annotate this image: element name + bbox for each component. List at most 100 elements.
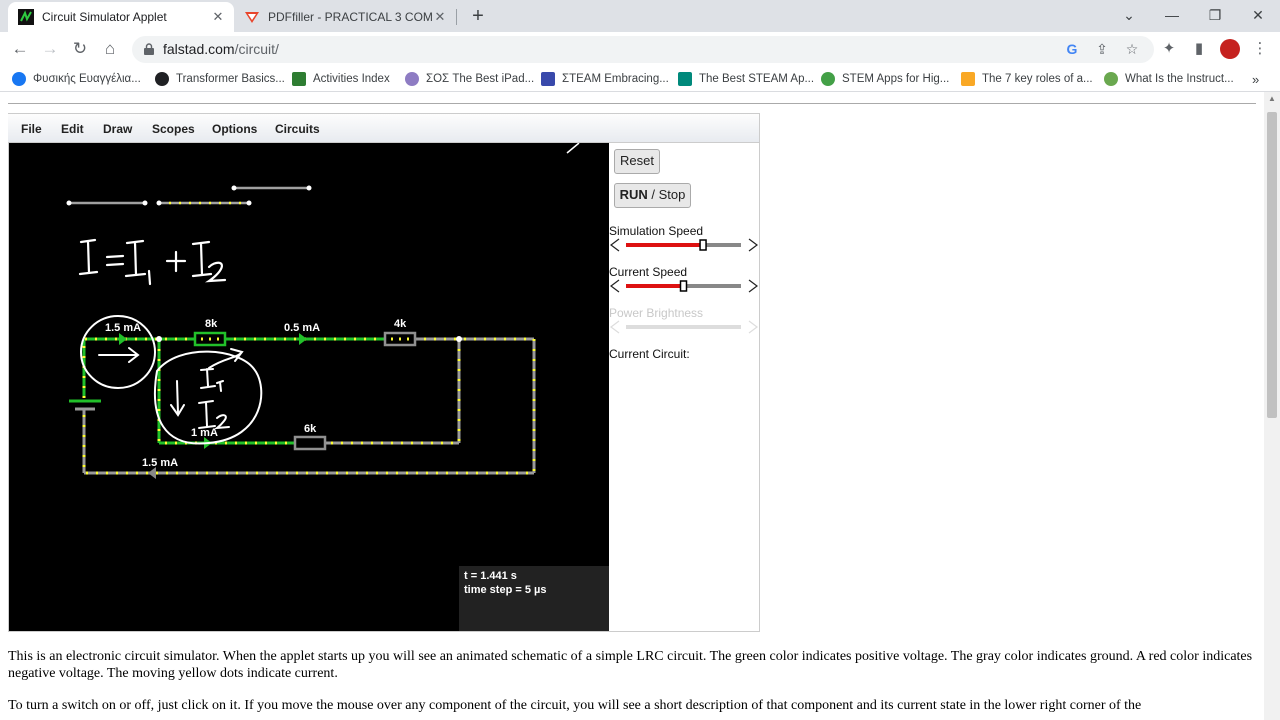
bookmark-label: Activities Index [313, 73, 390, 85]
bookmark-item[interactable]: ΣΟΣ The Best iPad... [405, 70, 534, 88]
slider-right-arrow-icon[interactable] [748, 279, 758, 293]
close-tab-icon[interactable]: ✕ [432, 9, 448, 25]
circuit-favicon-icon [18, 9, 34, 25]
current-speed-slider[interactable] [609, 278, 759, 294]
handwritten-annotations [80, 315, 263, 445]
side-panel-icon[interactable]: ▮ [1187, 37, 1211, 61]
bookmark-label: STEM Apps for Hig... [842, 73, 950, 85]
close-window-icon[interactable]: ✕ [1246, 4, 1270, 26]
handwritten-equation [78, 238, 227, 286]
bookmark-label: Transformer Basics... [176, 73, 285, 85]
extensions-puzzle-icon[interactable]: ✦ [1157, 37, 1181, 61]
back-arrow-icon[interactable]: ← [8, 37, 32, 61]
resistor-label: 4k [394, 318, 407, 330]
reset-button[interactable]: Reset [614, 149, 660, 174]
bookmarks-bar: Φυσικής Ευαγγέλια... Transformer Basics.… [0, 66, 1280, 92]
menu-circuits[interactable]: Circuits [275, 122, 320, 136]
menu-edit[interactable]: Edit [61, 122, 84, 136]
bookmark-star-icon[interactable]: ☆ [1122, 39, 1142, 59]
forward-arrow-icon[interactable]: → [38, 37, 62, 61]
menu-file[interactable]: File [21, 122, 42, 136]
bookmark-label: The Best STEAM Ap... [699, 73, 815, 85]
slider-right-arrow-icon[interactable] [748, 238, 758, 252]
tab-circuit-simulator[interactable]: Circuit Simulator Applet ✕ [8, 2, 234, 32]
tab-search-chevron-icon[interactable]: ⌄ [1117, 4, 1141, 26]
facebook-icon [12, 72, 26, 86]
minimize-icon[interactable]: — [1160, 4, 1184, 26]
close-tab-icon[interactable]: ✕ [210, 9, 226, 25]
current-arrow-icon [299, 333, 307, 345]
bookmark-item[interactable]: What Is the Instruct... [1104, 70, 1234, 88]
current-label: 1 mA [191, 427, 218, 439]
browser-toolbar: ← → ↻ ⌂ falstad.com/circuit/ G ⇪ ☆ ✦ ▮ ⋮ [0, 32, 1280, 66]
check-icon [821, 72, 835, 86]
slider-left-arrow-icon[interactable] [610, 238, 620, 252]
bookmark-item[interactable]: Φυσικής Ευαγγέλια... [12, 70, 141, 88]
bookmark-item[interactable]: The 7 key roles of a... [961, 70, 1093, 88]
loose-wires [66, 185, 312, 206]
bookmark-item[interactable]: The Best STEAM Ap... [678, 70, 814, 88]
current-arrow-icon [119, 333, 127, 345]
slider-thumb[interactable] [699, 239, 707, 251]
bookmark-item[interactable]: ΣΤΕΑΜ Embracing... [541, 70, 669, 88]
status-panel: t = 1.441 s time step = 5 µs [459, 566, 609, 631]
t-icon [678, 72, 692, 86]
applet-menubar: File Edit Draw Scopes Options Circuits [8, 114, 759, 143]
google-lens-icon[interactable]: G [1062, 39, 1082, 59]
sim-time: t = 1.441 s [464, 570, 517, 582]
more-bookmarks-icon[interactable]: » [1252, 70, 1259, 88]
instructions-paragraph: To turn a switch on or off, just click o… [8, 698, 1142, 713]
power-brightness-slider [610, 320, 758, 334]
bookmark-item[interactable]: Activities Index [292, 70, 390, 88]
current-label: 1.5 mA [105, 322, 142, 334]
resistor-8k [193, 331, 227, 347]
circuit-canvas[interactable]: 1.5 mA 8k 0.5 mA 4k 1 mA 6k 1.5 mA [9, 143, 609, 631]
bookmark-item[interactable]: STEM Apps for Hig... [821, 70, 949, 88]
lock-icon [144, 43, 154, 55]
bookmark-item[interactable]: Transformer Basics... [155, 70, 285, 88]
chrome-menu-icon[interactable]: ⋮ [1248, 37, 1272, 61]
url-text[interactable]: falstad.com/circuit/ [163, 41, 279, 57]
time-step: time step = 5 µs [464, 584, 547, 596]
pdffiller-favicon-icon [245, 12, 259, 23]
run-label: RUN [619, 187, 648, 202]
circuit-schematic [66, 143, 580, 479]
grid-icon [541, 72, 555, 86]
current-speed-label: Current Speed [609, 265, 688, 279]
bookmark-label: ΣΤΕΑΜ Embracing... [562, 73, 669, 85]
slider-left-arrow-icon[interactable] [610, 279, 620, 293]
url-host: falstad.com [163, 41, 235, 57]
run-stop-button[interactable]: RUN / Stop [614, 183, 691, 208]
scroll-up-arrow-icon[interactable]: ▲ [1264, 94, 1280, 108]
address-bar[interactable]: falstad.com/circuit/ G ⇪ ☆ [132, 36, 1154, 63]
flower-icon [405, 72, 419, 86]
reload-icon[interactable]: ↻ [68, 37, 92, 61]
resistor-4k [383, 331, 417, 347]
power-brightness-label: Power Brightness [609, 306, 704, 320]
menu-options[interactable]: Options [212, 122, 257, 136]
leaf-icon [1104, 72, 1118, 86]
simulation-speed-slider[interactable] [609, 237, 759, 253]
new-tab-plus-icon[interactable]: + [466, 5, 490, 29]
tab-pdffiller[interactable]: PDFfiller - PRACTICAL 3 COMBIN ✕ [234, 2, 456, 32]
tab-strip: Circuit Simulator Applet ✕ PDFfiller - P… [0, 0, 1280, 32]
profile-avatar[interactable] [1220, 39, 1240, 59]
bookmark-label: ΣΟΣ The Best iPad... [426, 73, 535, 85]
share-icon[interactable]: ⇪ [1092, 39, 1112, 59]
control-panel: Reset RUN / Stop Simulation Speed Curren… [609, 143, 759, 631]
home-icon[interactable]: ⌂ [98, 37, 122, 61]
tab-title: PDFfiller - PRACTICAL 3 COMBIN [268, 10, 432, 24]
menu-scopes[interactable]: Scopes [152, 122, 195, 136]
stop-label: / Stop [647, 187, 686, 202]
monitor-icon [292, 72, 306, 86]
horizontal-rule [8, 103, 1256, 104]
resistor-label: 6k [304, 423, 317, 435]
slider-left-arrow-icon [610, 320, 620, 334]
circuit-wires [82, 337, 536, 475]
resistor-6k [293, 435, 327, 451]
menu-draw[interactable]: Draw [103, 122, 132, 136]
current-circuit-label: Current Circuit: [609, 347, 690, 361]
slider-thumb[interactable] [679, 280, 688, 292]
scrollbar-thumb[interactable] [1267, 112, 1277, 418]
restore-icon[interactable]: ❐ [1203, 4, 1227, 26]
